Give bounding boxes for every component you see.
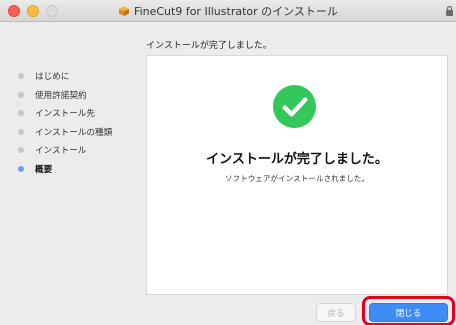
success-check-icon (272, 84, 317, 129)
step-dot-icon (18, 165, 24, 172)
page-header: インストールが完了しました。 (146, 41, 272, 51)
step-label: はじめに (35, 72, 70, 83)
step-label: インストール先 (35, 109, 95, 120)
completion-title: インストールが完了しました。 (206, 152, 388, 167)
window-title-group: FineCut9 for Illustrator のインストール (0, 0, 456, 22)
close-button-highlight (362, 296, 455, 325)
finecut-app-icon (119, 6, 130, 16)
step-label: 概要 (35, 164, 53, 175)
step-dot-icon (18, 91, 24, 98)
step-label: インストールの種類 (35, 127, 113, 138)
sidebar-step: 使用許諾契約 (18, 86, 143, 105)
sidebar-step: はじめに (18, 67, 143, 86)
title-bar[interactable]: FineCut9 for Illustrator のインストール (0, 0, 456, 22)
installer-window: FineCut9 for Illustrator のインストール インストールが… (0, 0, 456, 325)
step-dot-icon (18, 73, 24, 80)
step-label: 使用許諾契約 (35, 90, 87, 101)
step-dot-icon (18, 128, 24, 135)
completion-subtitle: ソフトウェアがインストールされました。 (224, 174, 370, 183)
step-label: インストール (35, 146, 87, 157)
back-button[interactable]: 戻る (316, 303, 356, 322)
step-dot-icon (18, 110, 24, 117)
step-dot-icon (18, 147, 24, 154)
sidebar-step: インストール (18, 141, 143, 160)
sidebar-step-active: 概要 (18, 160, 143, 179)
window-title: FineCut9 for Illustrator のインストール (134, 5, 338, 18)
step-sidebar: はじめに 使用許諾契約 インストール先 インストールの種類 インストール 概要 (18, 67, 143, 178)
sidebar-step: インストールの種類 (18, 123, 143, 142)
sidebar-step: インストール先 (18, 104, 143, 123)
lock-icon (446, 5, 453, 16)
content-panel: インストールが完了しました。 ソフトウェアがインストールされました。 (146, 55, 448, 295)
